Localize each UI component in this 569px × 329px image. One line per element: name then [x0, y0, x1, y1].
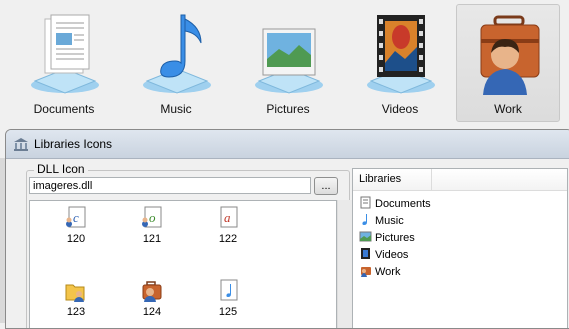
library-tile-label: Music — [160, 102, 192, 116]
film-strip-icon — [367, 15, 435, 94]
briefcase-user-icon — [361, 267, 371, 277]
icon-cell[interactable]: a 122 — [198, 204, 258, 264]
icon-number: 125 — [218, 306, 238, 318]
icon-grid[interactable]: c 120 o 121 a 122 123 124 125 — [29, 200, 337, 328]
library-tile-pictures[interactable]: Pictures — [236, 4, 340, 122]
library-tile-label: Videos — [381, 102, 419, 116]
svg-text:c: c — [73, 210, 79, 225]
list-item-pictures[interactable]: Pictures — [359, 230, 415, 246]
list-item-videos[interactable]: Videos — [359, 247, 408, 263]
documents-icon — [31, 14, 99, 94]
briefcase-user-icon — [480, 15, 540, 95]
icon-cell[interactable]: 123 — [46, 277, 106, 328]
column-header-libraries[interactable]: Libraries — [359, 173, 401, 185]
icon-cell[interactable]: c 120 — [46, 204, 106, 264]
icon-number: 121 — [142, 233, 162, 245]
library-tile-documents[interactable]: Documents — [12, 4, 116, 122]
text-document-c-icon: c — [66, 206, 86, 228]
folder-user-icon — [65, 284, 85, 302]
column-separator[interactable] — [431, 169, 432, 190]
browse-button[interactable]: ... — [314, 177, 338, 195]
text-document-a-icon: a — [220, 206, 238, 228]
music-note-icon — [362, 214, 367, 225]
library-tile-videos[interactable]: Videos — [348, 4, 452, 122]
briefcase-user-icon — [142, 281, 162, 302]
libraries-list[interactable]: Libraries Documents Music Pictures Video… — [352, 168, 568, 328]
icon-number: 122 — [218, 233, 238, 245]
pictures-icon — [255, 28, 323, 94]
icon-number: 120 — [66, 233, 86, 245]
list-item-label: Pictures — [375, 232, 415, 244]
list-item-label: Work — [375, 266, 401, 278]
icon-cell[interactable]: 125 — [198, 277, 258, 328]
dll-icon-group-label: DLL Icon — [34, 162, 88, 176]
library-tile-label: Documents — [33, 102, 95, 116]
icon-number: 123 — [66, 306, 86, 318]
svg-text:a: a — [224, 210, 231, 225]
icon-cell[interactable]: 124 — [122, 277, 182, 328]
list-item-label: Music — [375, 215, 404, 227]
library-tile-work[interactable]: Work — [456, 4, 560, 122]
text-document-o-icon: o — [142, 206, 162, 228]
window-title: Libraries Icons — [34, 137, 113, 151]
library-tile-label: Pictures — [266, 102, 310, 116]
library-tile-label: Work — [494, 102, 522, 116]
title-bar[interactable]: Libraries Icons — [6, 130, 569, 159]
film-strip-icon — [361, 248, 370, 259]
music-note-icon — [143, 14, 211, 94]
svg-text:o: o — [149, 210, 156, 225]
music-document-icon — [220, 279, 238, 301]
icon-grid-scrollbar[interactable] — [337, 200, 352, 328]
libraries-icons-window: Libraries Icons DLL Icon imageres.dll ..… — [5, 129, 569, 329]
list-item-documents[interactable]: Documents — [359, 196, 431, 212]
list-item-work[interactable]: Work — [359, 264, 400, 280]
libraries-strip: Documents Music Pictures Videos Work — [0, 0, 569, 126]
list-item-label: Documents — [375, 198, 431, 210]
library-columns-icon — [14, 138, 28, 151]
libraries-list-header[interactable]: Libraries — [353, 169, 567, 191]
documents-icon — [360, 196, 371, 209]
list-item-music[interactable]: Music — [359, 213, 404, 229]
icon-number: 124 — [142, 306, 162, 318]
list-item-label: Videos — [375, 249, 409, 261]
icon-cell[interactable]: o 121 — [122, 204, 182, 264]
pictures-icon — [359, 231, 372, 242]
dll-path-field[interactable]: imageres.dll — [29, 177, 311, 194]
library-tile-music[interactable]: Music — [124, 4, 228, 122]
